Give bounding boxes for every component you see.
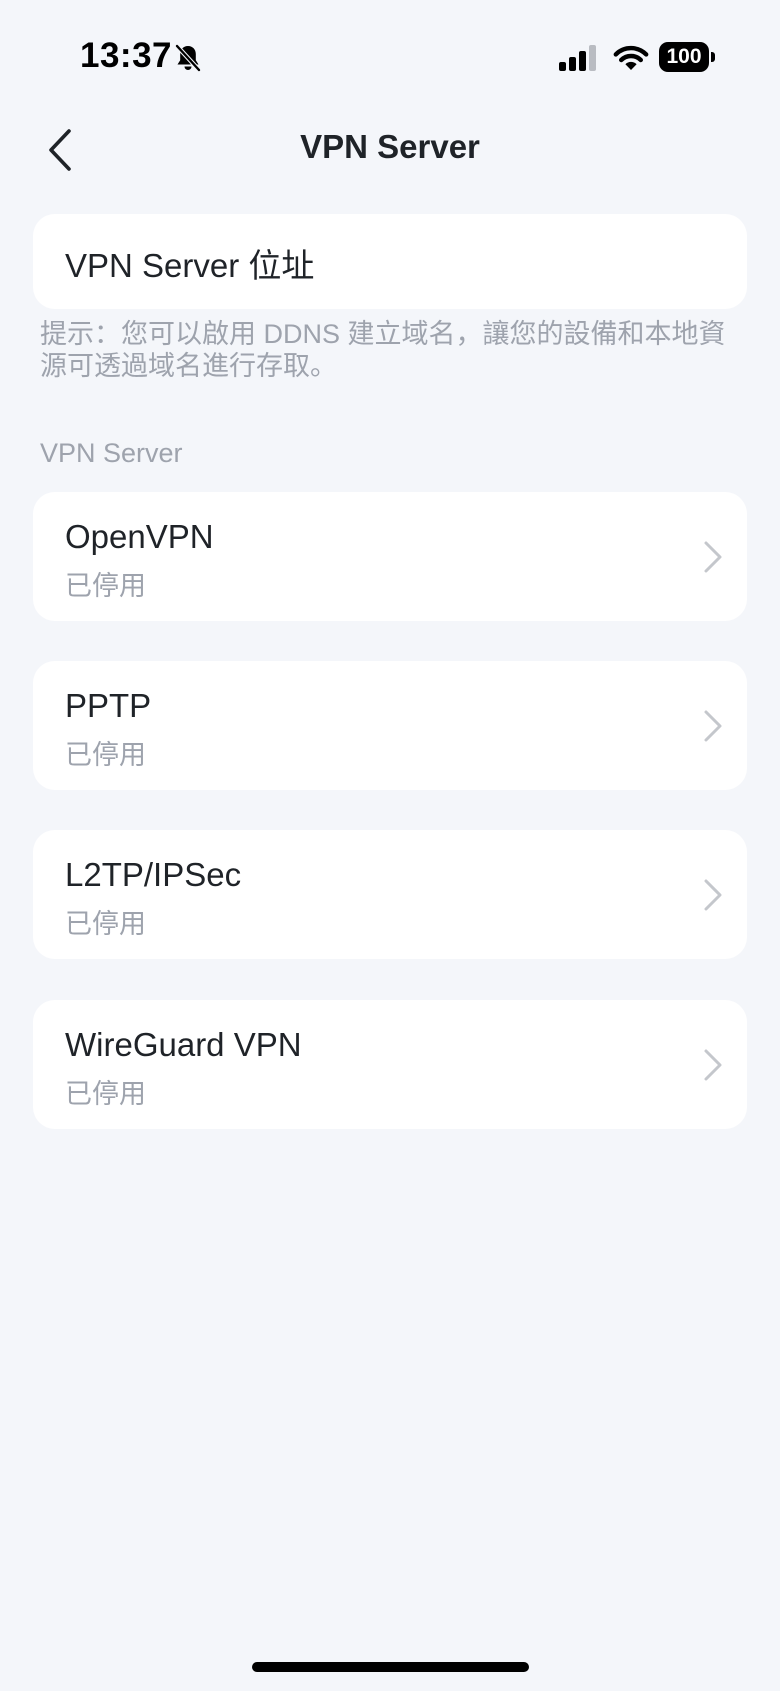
battery-level: 100	[666, 45, 702, 68]
vpn-item-title: L2TP/IPSec	[65, 856, 242, 893]
vpn-item-wireguard[interactable]: WireGuard VPN 已停用	[33, 1000, 747, 1129]
vpn-server-address-row[interactable]: VPN Server 位址	[33, 214, 747, 309]
vpn-server-address-label: VPN Server 位址	[65, 247, 315, 284]
vpn-item-status: 已停用	[65, 909, 146, 939]
status-bar: 13:37 100	[0, 0, 780, 100]
battery-icon: 100	[659, 42, 717, 72]
navigation-bar: VPN Server	[0, 110, 780, 190]
home-indicator[interactable]	[252, 1662, 529, 1672]
wifi-icon	[613, 45, 649, 70]
status-time: 13:37	[80, 36, 173, 75]
vpn-item-l2tp-ipsec[interactable]: L2TP/IPSec 已停用	[33, 830, 747, 959]
section-title: VPN Server	[40, 438, 183, 468]
chevron-right-icon	[704, 710, 722, 742]
ddns-hint-text: 提示：您可以啟用 DDNS 建立域名，讓您的設備和本地資源可透過域名進行存取。	[40, 319, 726, 381]
vpn-item-status: 已停用	[65, 740, 146, 770]
cellular-signal-icon	[559, 45, 596, 71]
vpn-item-pptp[interactable]: PPTP 已停用	[33, 661, 747, 790]
chevron-right-icon	[704, 1049, 722, 1081]
bell-slash-icon	[175, 44, 201, 72]
vpn-item-status: 已停用	[65, 1079, 146, 1109]
chevron-right-icon	[704, 879, 722, 911]
vpn-item-title: WireGuard VPN	[65, 1026, 302, 1063]
vpn-item-title: PPTP	[65, 687, 152, 724]
chevron-right-icon	[704, 541, 722, 573]
page-title: VPN Server	[300, 128, 480, 165]
vpn-item-status: 已停用	[65, 571, 146, 601]
vpn-item-openvpn[interactable]: OpenVPN 已停用	[33, 492, 747, 621]
vpn-item-title: OpenVPN	[65, 518, 214, 555]
